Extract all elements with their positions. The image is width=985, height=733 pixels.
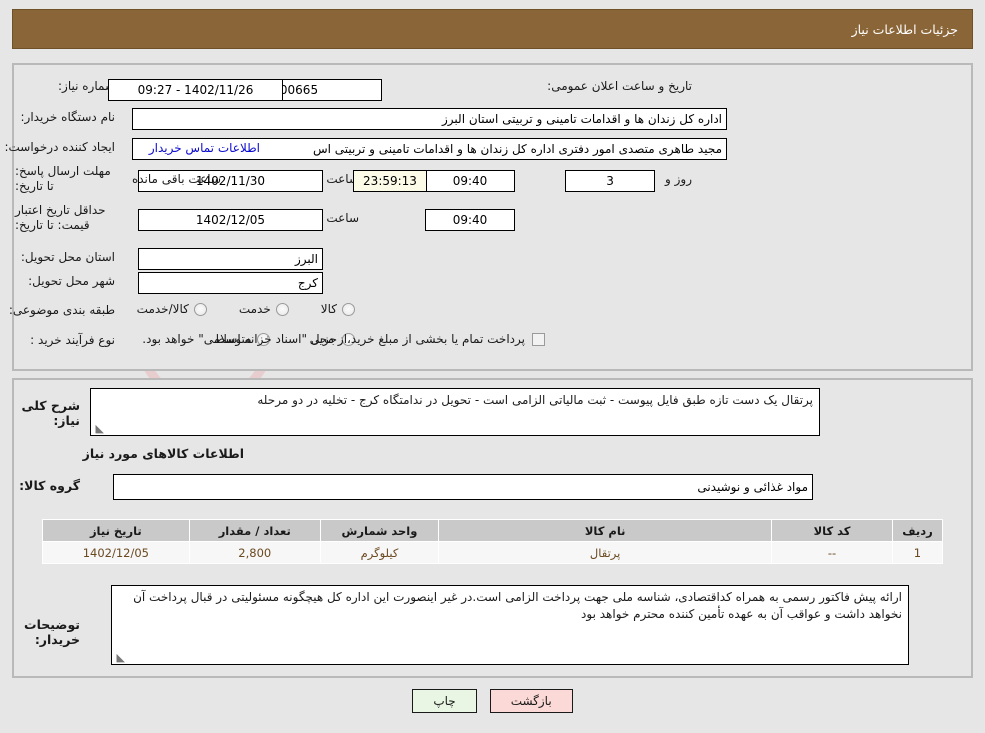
- table-col-code: کد کالا: [772, 520, 893, 542]
- need-number-label: شماره نیاز:: [58, 79, 115, 94]
- classification-option-label: کالا: [321, 302, 337, 316]
- announce-value: 09:27 - 1402/11/26: [108, 79, 283, 101]
- province-value: البرز: [138, 248, 323, 270]
- classification-option-label: خدمت: [239, 302, 271, 316]
- validity-label: حداقل تاریخ اعتبار قیمت: تا تاریخ:: [15, 203, 115, 233]
- buyer-org-label-row: نام دستگاه خریدار:: [21, 110, 116, 125]
- buyer-notes-text: ارائه پیش فاکتور رسمی به همراه کداقتصادی…: [133, 590, 902, 621]
- process-label-row: نوع فرآیند خرید :: [30, 333, 115, 348]
- table-header-row: ردیف کد کالا نام کالا واحد شمارش تعداد /…: [43, 520, 943, 542]
- announce-label-row: تاریخ و ساعت اعلان عمومی:: [547, 79, 692, 94]
- window-header: جزئیات اطلاعات نیاز: [12, 9, 973, 49]
- buyer-notes-value[interactable]: ارائه پیش فاکتور رسمی به همراه کداقتصادی…: [111, 585, 909, 665]
- classification-options: کالا خدمت کالا/خدمت: [137, 302, 355, 316]
- cell-date: 1402/12/05: [43, 542, 190, 564]
- table-col-date: تاریخ نیاز: [43, 520, 190, 542]
- cell-qty: 2,800: [189, 542, 320, 564]
- goods-group-label: گروه کالا:: [19, 478, 80, 493]
- cell-name: پرتقال: [439, 542, 772, 564]
- general-desc-label: شرح کلی نیاز:: [0, 398, 80, 428]
- city-label-row: شهر محل تحویل:: [28, 274, 115, 289]
- goods-group-value: مواد غذائی و نوشیدنی: [113, 474, 813, 500]
- buyer-contact-link[interactable]: اطلاعات تماس خریدار: [149, 141, 260, 155]
- buyer-notes-label: توضیحات خریدار:: [0, 617, 80, 647]
- page-root: AriaTender.net جزئیات اطلاعات نیاز شماره…: [0, 0, 985, 733]
- classification-option-2[interactable]: کالا/خدمت: [137, 302, 207, 316]
- validity-time-label: ساعت: [320, 211, 365, 225]
- announce-label: تاریخ و ساعت اعلان عمومی:: [547, 79, 692, 94]
- checkbox-icon[interactable]: [532, 333, 545, 346]
- general-desc-text: پرتقال یک دست تازه طبق فایل پیوست - ثبت …: [257, 393, 813, 407]
- general-desc-value[interactable]: پرتقال یک دست تازه طبق فایل پیوست - ثبت …: [90, 388, 820, 436]
- cell-unit: کیلوگرم: [320, 542, 438, 564]
- table-col-radif: ردیف: [892, 520, 942, 542]
- resize-grip-icon[interactable]: ◣: [115, 653, 125, 663]
- remaining-days: 3: [565, 170, 655, 192]
- process-label: نوع فرآیند خرید :: [30, 333, 115, 348]
- treasury-checkbox-row[interactable]: پرداخت تمام یا بخشی از مبلغ خرید،از محل …: [142, 332, 545, 347]
- treasury-checkbox-label: پرداخت تمام یا بخشی از مبلغ خرید،از محل …: [142, 332, 525, 347]
- province-label-row: استان محل تحویل:: [21, 250, 115, 265]
- city-value: کرج: [138, 272, 323, 294]
- goods-section-title: اطلاعات کالاهای مورد نیاز: [83, 446, 244, 461]
- requester-label-row: ایجاد کننده درخواست:: [4, 140, 115, 155]
- validity-date: 1402/12/05: [138, 209, 323, 231]
- table-col-name: نام کالا: [439, 520, 772, 542]
- print-button[interactable]: چاپ: [412, 689, 476, 713]
- remaining-days-label: روز و: [659, 172, 698, 186]
- cell-code: --: [772, 542, 893, 564]
- remaining-clock-label: ساعت باقی مانده: [77, 172, 227, 186]
- classification-label-row: طبقه بندی موضوعی:: [9, 303, 115, 318]
- action-buttons: بازگشت چاپ: [0, 689, 985, 713]
- need-number-label-row: شماره نیاز:: [58, 79, 115, 94]
- goods-table: ردیف کد کالا نام کالا واحد شمارش تعداد /…: [42, 519, 943, 564]
- classification-option-0[interactable]: کالا: [321, 302, 355, 316]
- classification-option-label: کالا/خدمت: [137, 302, 189, 316]
- buyer-org-value: اداره کل زندان ها و اقدامات تامینی و ترب…: [132, 108, 727, 130]
- page-title: جزئیات اطلاعات نیاز: [852, 22, 958, 37]
- radio-icon[interactable]: [194, 303, 207, 316]
- remaining-clock: 23:59:13: [353, 170, 427, 192]
- resize-grip-icon[interactable]: ◣: [94, 424, 104, 434]
- cell-radif: 1: [892, 542, 942, 564]
- buyer-org-label: نام دستگاه خریدار:: [21, 110, 116, 125]
- classification-option-1[interactable]: خدمت: [239, 302, 289, 316]
- city-label: شهر محل تحویل:: [28, 274, 115, 289]
- table-row: 1 -- پرتقال کیلوگرم 2,800 1402/12/05: [43, 542, 943, 564]
- validity-time: 09:40: [425, 209, 515, 231]
- validity-label-row: حداقل تاریخ اعتبار قیمت: تا تاریخ:: [15, 203, 115, 233]
- province-label: استان محل تحویل:: [21, 250, 115, 265]
- classification-label: طبقه بندی موضوعی:: [9, 303, 115, 318]
- table-col-qty: تعداد / مقدار: [189, 520, 320, 542]
- requester-label: ایجاد کننده درخواست:: [4, 140, 115, 155]
- radio-icon[interactable]: [276, 303, 289, 316]
- deadline-time: 09:40: [425, 170, 515, 192]
- back-button[interactable]: بازگشت: [490, 689, 573, 713]
- radio-icon[interactable]: [342, 303, 355, 316]
- table-col-unit: واحد شمارش: [320, 520, 438, 542]
